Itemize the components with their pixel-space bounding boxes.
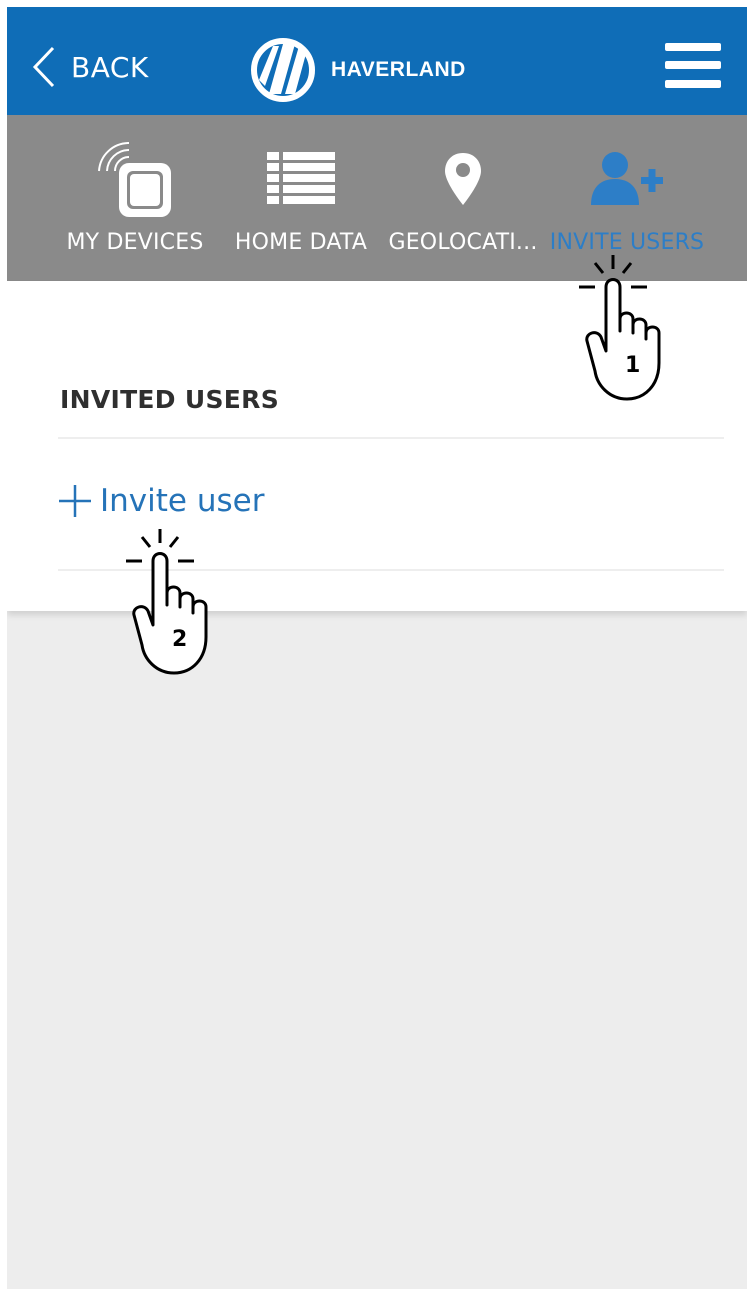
tap-hand-icon (579, 255, 661, 401)
list-icon (267, 152, 335, 204)
invite-user-label: Invite user (100, 483, 265, 519)
header-bar: BACK HAVERLAND (7, 7, 747, 115)
chevron-left-icon (32, 46, 55, 88)
tab-label: GEOLOCATI... (388, 230, 538, 255)
location-pin-icon (445, 153, 481, 205)
divider (58, 437, 724, 439)
haverland-logo-mark (251, 38, 315, 102)
hamburger-menu-button[interactable] (665, 43, 721, 89)
section-title: INVITED USERS (60, 385, 279, 414)
menu-line (665, 80, 721, 88)
haverland-logo: HAVERLAND (249, 35, 466, 105)
tab-label: HOME DATA (234, 230, 368, 255)
menu-line (665, 43, 721, 51)
tap-hand-icon (126, 529, 208, 675)
tap-hand-annotation-2: 2 (120, 527, 220, 681)
invite-user-button[interactable]: Invite user (58, 469, 724, 533)
tab-geolocation[interactable]: GEOLOCATI... (385, 115, 541, 281)
tab-label: INVITE USERS (549, 230, 705, 255)
logo-text: HAVERLAND (331, 58, 466, 81)
tab-home-data[interactable]: HOME DATA (221, 115, 381, 281)
tab-label: MY DEVICES (66, 230, 204, 255)
device-wifi-icon (98, 141, 171, 217)
annotation-number: 1 (625, 353, 641, 378)
back-button[interactable]: BACK (31, 43, 149, 91)
tap-hand-annotation-1: 1 (573, 253, 673, 407)
tab-my-devices[interactable]: MY DEVICES (57, 115, 213, 281)
menu-line (665, 61, 721, 69)
app-screen: BACK HAVERLAND MY DEVICES HOME DATA GEOL… (7, 7, 747, 1289)
plus-icon (59, 485, 91, 517)
annotation-number: 2 (172, 627, 188, 652)
add-user-icon (591, 152, 663, 205)
back-label: BACK (71, 50, 149, 84)
